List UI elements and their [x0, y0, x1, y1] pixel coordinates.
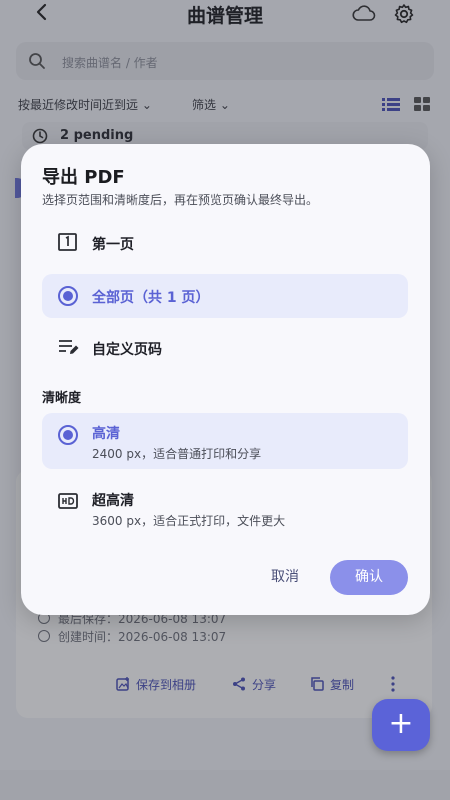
quality-heading: 清晰度 — [42, 391, 82, 406]
dialog-subtitle: 选择页范围和清晰度后，再在预览页确认最终导出。 — [42, 193, 319, 207]
radio-selected-icon — [58, 286, 80, 306]
cancel-button[interactable]: 取消 — [257, 560, 313, 594]
edit-list-icon — [58, 338, 80, 358]
page-option-all[interactable]: 全部页（共 1 页） — [42, 274, 408, 318]
confirm-button[interactable]: 确认 — [330, 560, 408, 595]
plus-icon: + — [388, 706, 414, 741]
add-score-fab[interactable]: + — [372, 699, 430, 751]
radio-selected-icon — [58, 425, 80, 445]
quality-option-hd[interactable]: 高清 2400 px，适合普通打印和分享 — [42, 413, 408, 469]
page-option-label: 全部页（共 1 页） — [92, 290, 210, 306]
quality-option-desc: 2400 px，适合普通打印和分享 — [92, 447, 262, 461]
page-option-label: 自定义页码 — [92, 342, 162, 358]
quality-option-desc: 3600 px，适合正式打印，文件更大 — [92, 514, 286, 528]
hd-icon — [58, 492, 80, 512]
page-one-icon — [58, 233, 80, 253]
page-option-first[interactable]: 第一页 — [42, 221, 408, 265]
page-option-custom[interactable]: 自定义页码 — [42, 326, 408, 370]
export-pdf-dialog: 导出 PDF 选择页范围和清晰度后，再在预览页确认最终导出。 第一页 全部页（共… — [21, 144, 430, 615]
dialog-title: 导出 PDF — [42, 167, 125, 188]
quality-option-label: 高清 — [92, 426, 120, 442]
quality-option-uhd[interactable]: 超高清 3600 px，适合正式打印，文件更大 — [42, 480, 408, 536]
quality-option-label: 超高清 — [92, 493, 134, 509]
page-option-label: 第一页 — [92, 237, 134, 253]
